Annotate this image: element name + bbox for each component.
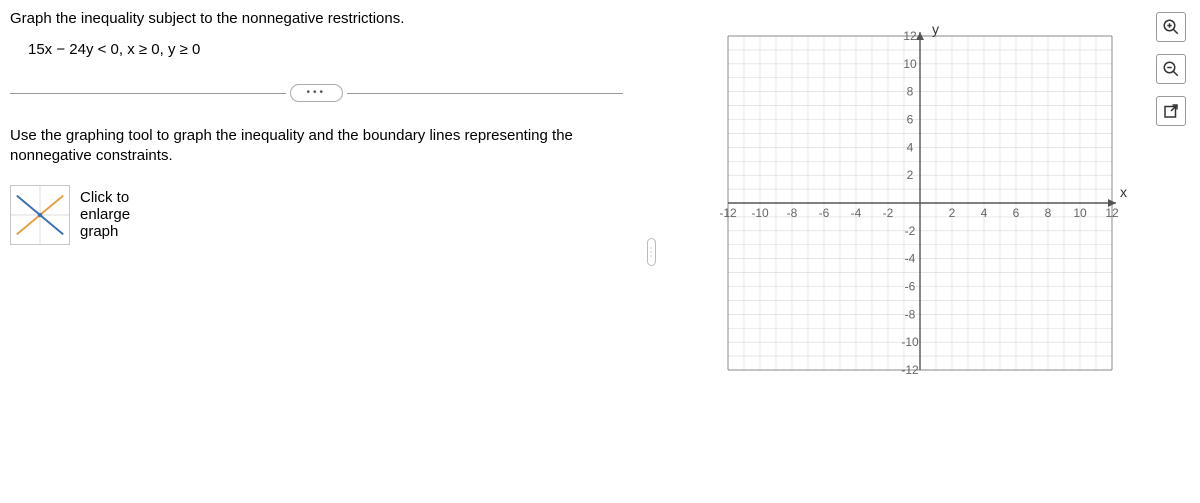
svg-text:10: 10 xyxy=(903,57,917,71)
svg-text:6: 6 xyxy=(907,113,914,127)
svg-text:y: y xyxy=(932,21,939,37)
zoom-out-icon xyxy=(1162,60,1180,78)
svg-text:8: 8 xyxy=(1045,206,1052,220)
zoom-in-button[interactable] xyxy=(1156,12,1186,42)
svg-text:-2: -2 xyxy=(883,206,894,220)
svg-text:4: 4 xyxy=(907,140,914,154)
divider-left xyxy=(10,93,286,94)
svg-text:-12: -12 xyxy=(719,206,737,220)
svg-text:-6: -6 xyxy=(905,280,916,294)
svg-text:-2: -2 xyxy=(905,224,916,238)
svg-text:-8: -8 xyxy=(787,206,798,220)
enlarge-graph-button[interactable]: Click to enlarge graph xyxy=(10,185,180,245)
ellipsis-button[interactable]: ••• xyxy=(290,84,344,102)
svg-text:-4: -4 xyxy=(851,206,862,220)
popout-button[interactable] xyxy=(1156,96,1186,126)
graph-thumbnail-icon xyxy=(10,185,70,245)
svg-text:2: 2 xyxy=(907,168,914,182)
svg-text:10: 10 xyxy=(1073,206,1087,220)
collapse-row: ••• xyxy=(10,84,623,102)
svg-text:4: 4 xyxy=(981,206,988,220)
svg-text:-10: -10 xyxy=(901,335,919,349)
svg-text:2: 2 xyxy=(949,206,956,220)
graph-canvas[interactable]: -12 -10 -8 -6 -4 -2 2 4 6 8 10 12 -12 -10 -8 -6 -4 -2 2 4 6 8… xyxy=(710,18,1130,388)
svg-text:8: 8 xyxy=(907,85,914,99)
svg-text:-6: -6 xyxy=(819,206,830,220)
svg-text:12: 12 xyxy=(903,29,917,43)
enlarge-graph-label: Click to enlarge graph xyxy=(80,189,130,240)
panel-resizer[interactable] xyxy=(643,0,661,503)
instruction-text: Use the graphing tool to graph the inequ… xyxy=(10,126,623,167)
zoom-out-button[interactable] xyxy=(1156,54,1186,84)
divider-right xyxy=(347,93,623,94)
question-title: Graph the inequality subject to the nonn… xyxy=(10,10,623,27)
svg-text:12: 12 xyxy=(1105,206,1119,220)
svg-text:-4: -4 xyxy=(905,252,916,266)
popout-icon xyxy=(1162,102,1180,120)
svg-text:-10: -10 xyxy=(751,206,769,220)
inequality-expression: 15x − 24y < 0, x ≥ 0, y ≥ 0 xyxy=(28,41,623,58)
svg-text:-8: -8 xyxy=(905,307,916,321)
svg-text:x: x xyxy=(1120,184,1127,200)
svg-text:-12: -12 xyxy=(901,363,919,377)
svg-text:6: 6 xyxy=(1013,206,1020,220)
zoom-in-icon xyxy=(1162,18,1180,36)
